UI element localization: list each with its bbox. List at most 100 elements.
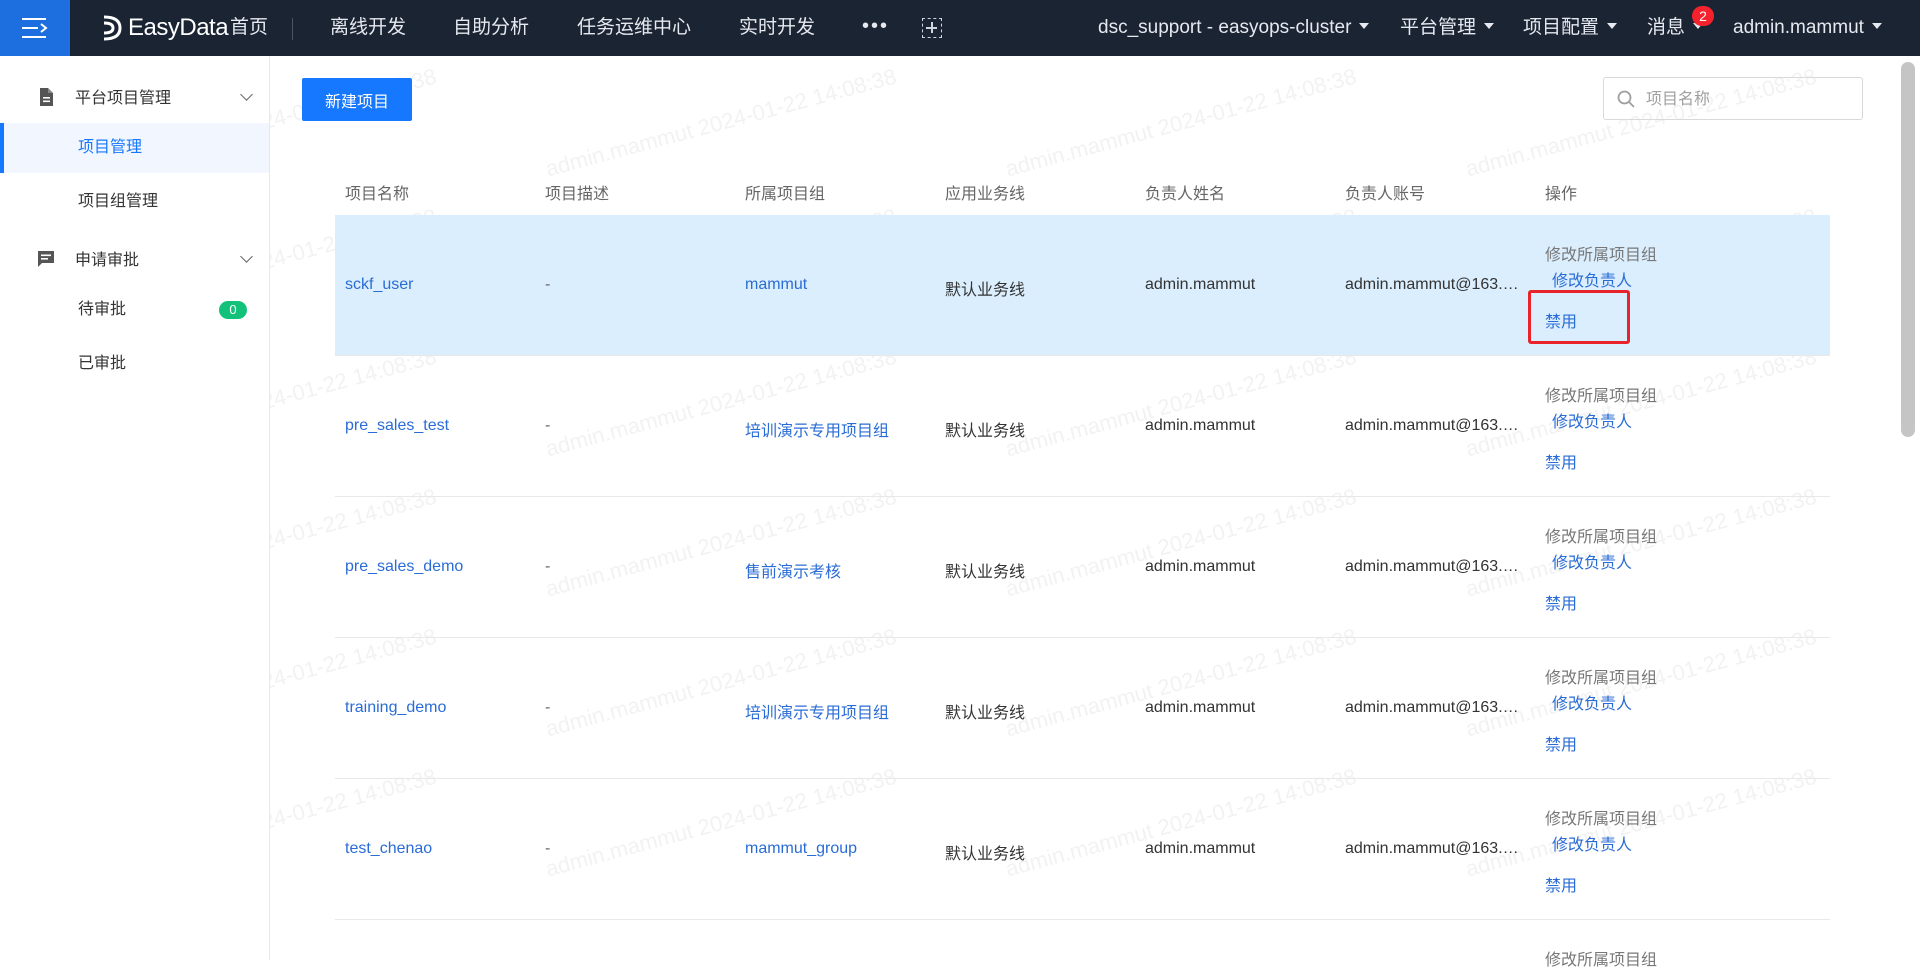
table-row[interactable]: pre_sales_demo - 售前演示考核 默认业务线 admin.mamm…	[335, 497, 1830, 638]
user-menu[interactable]: admin.mammut	[1733, 0, 1882, 56]
nav-task-ops[interactable]: 任务运维中心	[577, 0, 691, 56]
disable-action[interactable]: 禁用	[1545, 731, 1577, 755]
disable-action[interactable]: 禁用	[1545, 872, 1577, 896]
change-group-action[interactable]: 修改所属项目组	[1545, 664, 1657, 688]
change-owner-action[interactable]: 修改负责人	[1552, 408, 1632, 432]
project-desc: -	[545, 699, 551, 716]
change-group-action[interactable]: 修改所属项目组	[1545, 382, 1657, 406]
project-desc: -	[545, 276, 551, 293]
disable-action[interactable]: 禁用	[1545, 590, 1577, 614]
sidebar-group-label: 平台项目管理	[75, 90, 172, 107]
highlight-box	[1528, 290, 1630, 344]
change-owner-action[interactable]: 修改负责人	[1552, 831, 1632, 855]
pending-count-badge: 0	[219, 301, 247, 319]
message-count-badge: 2	[1692, 6, 1714, 26]
caret-down-icon	[1359, 22, 1370, 29]
project-desc: -	[545, 417, 551, 434]
project-group-link[interactable]: mammut	[745, 276, 807, 294]
column-header-business-line: 应用业务线	[945, 186, 1026, 203]
watermark-text: admin.mammut 2024-01-22 14:08:38	[542, 63, 899, 182]
nav-offline-dev[interactable]: 离线开发	[330, 0, 406, 56]
change-owner-action[interactable]: 修改负责人	[1552, 549, 1632, 573]
table-row[interactable]: test_chenao - mammut_group 默认业务线 admin.m…	[335, 779, 1830, 920]
sidebar-item-pending[interactable]: 待审批 0	[0, 285, 269, 335]
table-row[interactable]: 修改所属项目组	[335, 920, 1830, 969]
easydata-logo-icon	[103, 15, 122, 41]
change-group-action[interactable]: 修改所属项目组	[1545, 523, 1657, 547]
nav-home[interactable]: 首页	[230, 0, 268, 56]
project-group-link[interactable]: 培训演示专用项目组	[745, 417, 889, 441]
disable-action[interactable]: 禁用	[1545, 449, 1577, 473]
project-group-link[interactable]: 售前演示考核	[745, 558, 841, 582]
cluster-selector[interactable]: dsc_support - easyops-cluster	[1098, 0, 1370, 56]
change-group-action[interactable]: 修改所属项目组	[1545, 805, 1657, 829]
change-group-action[interactable]: 修改所属项目组	[1545, 241, 1657, 265]
table-row[interactable]: pre_sales_test - 培训演示专用项目组 默认业务线 admin.m…	[335, 356, 1830, 497]
menu-toggle-button[interactable]	[0, 0, 70, 56]
sidebar-item-label: 项目管理	[78, 139, 143, 156]
owner-account: admin.mammut@163.com	[1345, 840, 1525, 857]
add-tab-icon[interactable]	[922, 18, 942, 38]
nav-divider	[292, 18, 293, 40]
business-line: 默认业务线	[945, 423, 1026, 440]
sidebar-group-label: 申请审批	[75, 252, 140, 269]
sidebar: 平台项目管理 项目管理 项目组管理 申请审批 待审批 0 已审批	[0, 56, 270, 960]
change-group-action[interactable]: 修改所属项目组	[1545, 946, 1657, 970]
owner-name: admin.mammut	[1145, 840, 1256, 857]
message-icon	[38, 251, 54, 267]
watermark-text: admin.mammut 2024-01-22 14:08:38	[1002, 63, 1359, 182]
search-input[interactable]	[1644, 78, 1858, 121]
caret-down-icon	[1484, 22, 1495, 29]
sidebar-item-approved[interactable]: 已审批	[0, 339, 269, 389]
sidebar-group-platform-project[interactable]: 平台项目管理	[0, 76, 269, 116]
owner-name: admin.mammut	[1145, 276, 1256, 293]
project-name-link[interactable]: sckf_user	[345, 276, 413, 294]
project-name-link[interactable]: pre_sales_test	[345, 417, 449, 435]
more-icon[interactable]: •••	[862, 0, 889, 56]
nav-realtime-dev[interactable]: 实时开发	[739, 0, 815, 56]
table-header: 项目名称 项目描述 所属项目组 应用业务线 负责人姓名 负责人账号 操作	[335, 170, 1830, 214]
project-config-menu[interactable]: 项目配置	[1523, 0, 1618, 56]
project-name-link[interactable]: test_chenao	[345, 840, 432, 858]
chevron-down-icon	[240, 88, 253, 101]
document-icon	[40, 88, 53, 106]
owner-account: admin.mammut@163.com	[1345, 558, 1525, 575]
column-header-owner-name: 负责人姓名	[1145, 186, 1226, 203]
project-desc: -	[545, 558, 551, 575]
change-owner-action[interactable]: 修改负责人	[1552, 267, 1632, 291]
owner-account: admin.mammut@163.com	[1345, 276, 1525, 293]
column-header-name: 项目名称	[345, 186, 410, 203]
new-project-button[interactable]: 新建项目	[302, 78, 412, 121]
project-name-link[interactable]: training_demo	[345, 699, 446, 717]
menu-icon	[22, 18, 48, 38]
search-icon	[1617, 90, 1635, 108]
column-header-owner-account: 负责人账号	[1345, 186, 1426, 203]
caret-down-icon	[1871, 22, 1882, 29]
platform-manage-menu[interactable]: 平台管理	[1400, 0, 1495, 56]
nav-self-analysis[interactable]: 自助分析	[453, 0, 529, 56]
table-row[interactable]: training_demo - 培训演示专用项目组 默认业务线 admin.ma…	[335, 638, 1830, 779]
sidebar-group-approval[interactable]: 申请审批	[0, 238, 269, 278]
caret-down-icon	[1607, 22, 1618, 29]
top-navbar: EasyData 首页 离线开发 自助分析 任务运维中心 实时开发 ••• ds…	[0, 0, 1920, 56]
brand-logo[interactable]: EasyData	[102, 0, 229, 56]
cluster-label: dsc_support - easyops-cluster	[1098, 17, 1352, 38]
business-line: 默认业务线	[945, 282, 1026, 299]
owner-account: admin.mammut@163.com	[1345, 417, 1525, 434]
scrollbar-thumb[interactable]	[1901, 62, 1915, 437]
sidebar-item-project-group-manage[interactable]: 项目组管理	[0, 177, 269, 227]
project-group-link[interactable]: mammut_group	[745, 840, 857, 858]
owner-account: admin.mammut@163.com	[1345, 699, 1525, 716]
business-line: 默认业务线	[945, 705, 1026, 722]
column-header-group: 所属项目组	[745, 186, 826, 203]
project-name-link[interactable]: pre_sales_demo	[345, 558, 463, 576]
project-desc: -	[545, 840, 551, 857]
sidebar-item-label: 待审批	[78, 301, 127, 318]
user-name: admin.mammut	[1733, 17, 1864, 38]
owner-name: admin.mammut	[1145, 699, 1256, 716]
project-group-link[interactable]: 培训演示专用项目组	[745, 699, 889, 723]
scrollbar[interactable]	[1898, 56, 1920, 960]
change-owner-action[interactable]: 修改负责人	[1552, 690, 1632, 714]
column-header-actions: 操作	[1545, 186, 1578, 203]
sidebar-item-project-manage[interactable]: 项目管理	[0, 123, 269, 173]
